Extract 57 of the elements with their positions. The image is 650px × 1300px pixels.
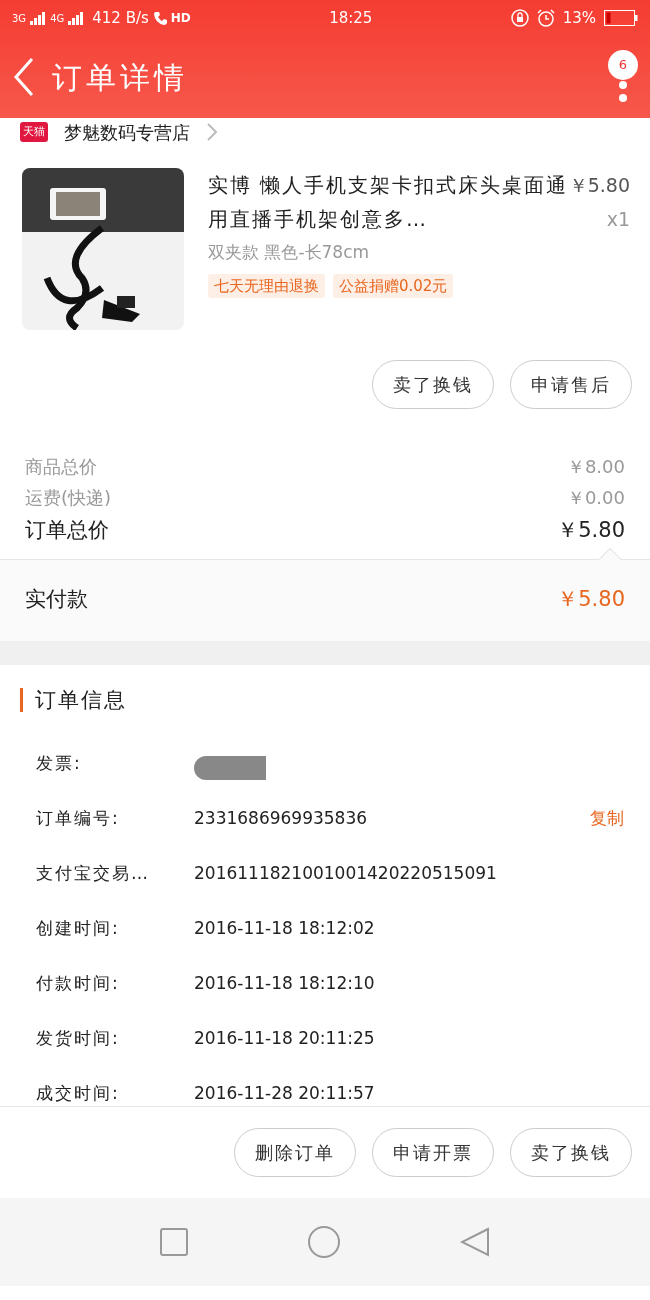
info-label: 成交时间: xyxy=(36,1081,121,1105)
product-title[interactable]: 实博 懒人手机支架卡扣式床头桌面通用直播手机架创意多… xyxy=(208,168,569,236)
action-button[interactable]: 卖了换钱 xyxy=(510,1128,632,1177)
network-label: 3G xyxy=(12,11,27,26)
action-button[interactable]: 申请开票 xyxy=(372,1128,494,1177)
service-tag: 七天无理由退换 xyxy=(208,273,325,298)
more-icon[interactable] xyxy=(618,80,628,104)
back-icon[interactable] xyxy=(12,57,36,97)
info-label: 付款时间: xyxy=(36,971,121,995)
info-label: 创建时间: xyxy=(36,916,121,940)
store-logo: 天猫 xyxy=(20,121,48,143)
rotation-lock-icon xyxy=(510,9,529,27)
service-tag: 公益捐赠0.02元 xyxy=(333,273,454,298)
action-button[interactable]: 申请售后 xyxy=(510,360,632,409)
clock: 18:25 xyxy=(329,7,373,29)
action-button[interactable]: 删除订单 xyxy=(234,1128,356,1177)
redaction-mark xyxy=(194,755,266,780)
alarm-icon xyxy=(536,9,555,27)
signal-icon xyxy=(30,11,47,25)
product-variant: 双夹款 黑色-长78cm xyxy=(208,241,371,264)
price-value: ￥5.80 xyxy=(557,517,625,544)
section-marker xyxy=(20,688,23,713)
action-button[interactable]: 卖了换钱 xyxy=(372,360,494,409)
product-price: ￥5.80 xyxy=(568,173,630,198)
info-label: 支付宝交易… xyxy=(36,861,151,885)
section-title: 订单信息 xyxy=(35,686,127,714)
price-label: 商品总价 xyxy=(25,455,97,479)
price-label: 订单总价 xyxy=(25,517,109,544)
product-quantity: x1 xyxy=(605,207,630,232)
battery-icon xyxy=(604,10,638,26)
info-label: 发票: xyxy=(36,751,83,775)
paid-label: 实付款 xyxy=(25,586,88,614)
network-label: 4G xyxy=(50,11,65,26)
chevron-right-icon[interactable] xyxy=(206,122,218,142)
price-value: ￥8.00 xyxy=(566,455,625,479)
info-label: 订单编号: xyxy=(36,806,121,830)
store-name[interactable]: 梦魅数码专营店 xyxy=(64,118,190,146)
info-value: 2016-11-28 20:11:57 xyxy=(194,1081,375,1105)
info-value: 2016-11-18 18:12:02 xyxy=(194,916,375,940)
call-label: HD xyxy=(170,10,191,27)
price-label: 运费(快递) xyxy=(25,486,112,510)
notification-badge: 6 xyxy=(608,50,638,80)
battery-percent: 13% xyxy=(562,7,596,29)
price-value: ￥0.00 xyxy=(566,486,625,510)
info-value: 2016111821001001420220515091 xyxy=(194,861,497,885)
info-value: 2331686969935836 xyxy=(194,806,368,830)
info-label: 发货时间: xyxy=(36,1026,121,1050)
paid-amount: ￥5.80 xyxy=(557,586,625,614)
signal-icon xyxy=(68,11,85,25)
back-nav-icon[interactable] xyxy=(460,1227,491,1257)
info-value: 2016-11-18 20:11:25 xyxy=(194,1026,375,1050)
phone-icon xyxy=(152,11,167,25)
network-speed: 412 B/s xyxy=(92,7,149,29)
square-nav-icon[interactable] xyxy=(159,1228,188,1256)
info-value: 2016-11-18 18:12:10 xyxy=(194,971,375,995)
page-title: 订单详情 xyxy=(52,58,188,97)
home-nav-icon[interactable] xyxy=(307,1225,341,1259)
